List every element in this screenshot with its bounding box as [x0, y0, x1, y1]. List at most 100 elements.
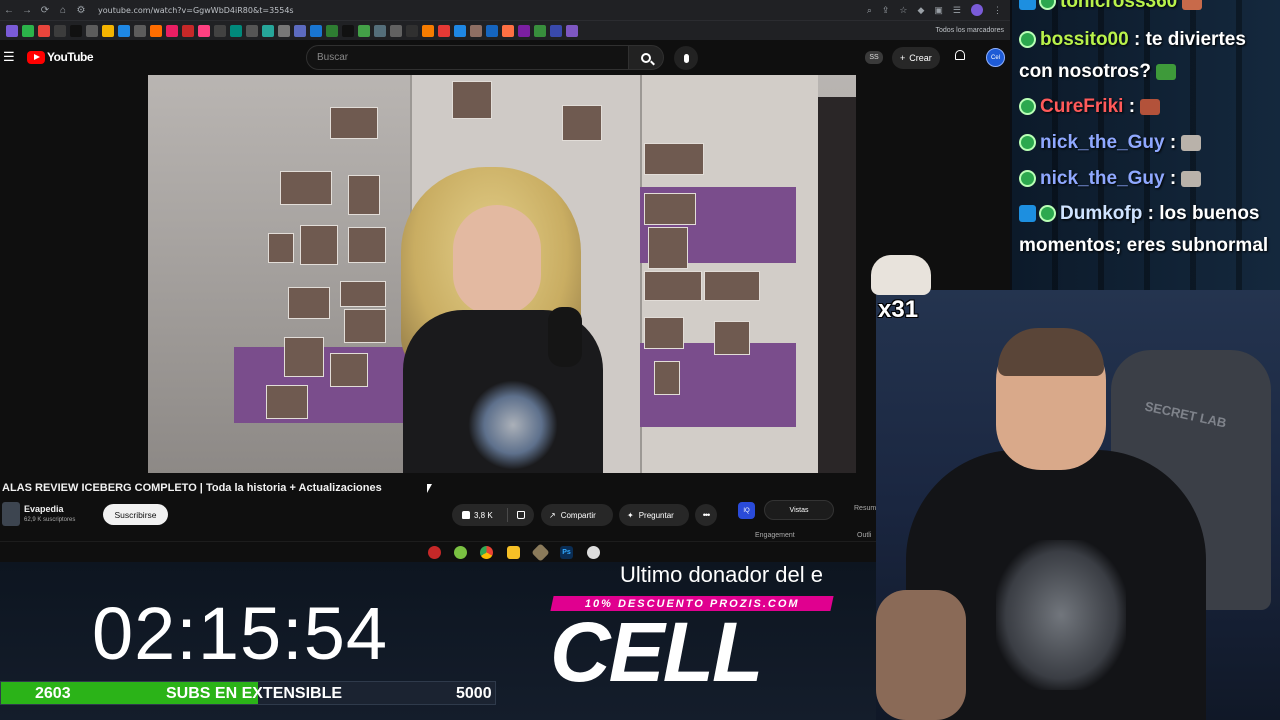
bookmark-icon[interactable]: [150, 24, 162, 37]
bookmark-icon[interactable]: [502, 24, 514, 37]
bookmark-icon[interactable]: [262, 24, 274, 37]
bookmark-icon[interactable]: [550, 24, 562, 37]
bookmark-icon[interactable]: [566, 24, 578, 37]
bookmark-icon[interactable]: [278, 24, 290, 37]
tab-views[interactable]: Vistas: [764, 500, 834, 520]
bookmark-icon[interactable]: [470, 24, 482, 37]
wall-photo: [644, 271, 702, 301]
search-icon: [641, 52, 651, 63]
wall-photo: [648, 227, 688, 269]
bookmark-icon[interactable]: [166, 24, 178, 37]
bookmark-icon[interactable]: [374, 24, 386, 37]
wall-photo: [704, 271, 760, 301]
stream-overlay-bottom: 02:15:54 2603 SUBS EN EXTENSIBLE 5000 Ul…: [0, 562, 876, 720]
extension-icon[interactable]: ◆: [917, 5, 924, 16]
bookmark-icon[interactable]: [486, 24, 498, 37]
bookmark-icon[interactable]: [86, 24, 98, 37]
share-page-icon[interactable]: ⇪: [882, 5, 890, 16]
streamer-shirt-graphic: [996, 540, 1126, 690]
subscribe-button[interactable]: Suscribirse: [103, 504, 168, 525]
bookmark-icon[interactable]: [422, 24, 434, 37]
site-info-icon[interactable]: ⚙: [72, 0, 90, 20]
bookmark-icon[interactable]: [518, 24, 530, 37]
bookmark-icon[interactable]: [70, 24, 82, 37]
wall-photo: [340, 281, 386, 307]
share-icon: ↗: [549, 510, 556, 520]
bookmark-icon[interactable]: [214, 24, 226, 37]
dislike-button[interactable]: [508, 511, 534, 519]
video-player[interactable]: [148, 75, 856, 473]
bookmark-icon[interactable]: [38, 24, 50, 37]
notifications-bell-icon[interactable]: [954, 50, 966, 63]
bookmark-icon[interactable]: [310, 24, 322, 37]
ask-button[interactable]: ✦ Preguntar: [619, 504, 689, 526]
bookmark-icon[interactable]: [358, 24, 370, 37]
chat-message: Dumkofp : los buenos momentos; eres subn…: [1019, 198, 1277, 262]
photoshop-icon[interactable]: Ps: [560, 546, 573, 559]
bookmark-icon[interactable]: [134, 24, 146, 37]
app-tool-icon[interactable]: [531, 543, 550, 562]
like-button[interactable]: 3,8 K: [452, 508, 508, 522]
hamburger-menu-icon[interactable]: ☰: [3, 49, 15, 65]
bookmark-icon[interactable]: [326, 24, 338, 37]
bookmark-icon[interactable]: [6, 24, 18, 37]
sidebar-icon[interactable]: ☰: [953, 5, 961, 16]
mouse-cursor-icon: [427, 484, 432, 493]
forward-icon[interactable]: →: [18, 0, 36, 20]
channel-avatar[interactable]: [2, 502, 20, 526]
bookmark-star-icon[interactable]: ☆: [899, 5, 907, 16]
wall-photo: [266, 385, 308, 419]
bookmark-icon[interactable]: [22, 24, 34, 37]
extension-logo[interactable]: IQ: [738, 502, 755, 519]
bookmark-icon[interactable]: [390, 24, 402, 37]
chat-text: : los buenos momentos; eres subnormal: [1019, 203, 1269, 256]
account-avatar[interactable]: Cel: [986, 48, 1005, 67]
bookmark-icon[interactable]: [102, 24, 114, 37]
menu-icon[interactable]: ⋮: [993, 5, 1002, 16]
bookmark-icon[interactable]: [230, 24, 242, 37]
chat-username: CureFriki: [1040, 96, 1124, 117]
chrome-icon[interactable]: [480, 546, 493, 559]
chat-message: nick_the_Guy :: [1019, 127, 1202, 159]
like-dislike-group: 3,8 K: [452, 504, 534, 526]
all-bookmarks-folder[interactable]: Todos los marcadores: [936, 27, 1004, 34]
youtube-logo[interactable]: YouTube: [27, 50, 94, 64]
voice-search-button[interactable]: [674, 46, 698, 70]
bookmark-icon[interactable]: [118, 24, 130, 37]
wall-photo: [562, 105, 602, 141]
create-button[interactable]: + Crear: [892, 47, 940, 69]
ss-badge[interactable]: SS: [865, 51, 883, 64]
bookmark-icon[interactable]: [182, 24, 194, 37]
wall-photo: [344, 309, 386, 343]
bookmark-icon[interactable]: [534, 24, 546, 37]
folder-icon[interactable]: [507, 546, 520, 559]
wall-photo: [330, 353, 368, 387]
profile-avatar[interactable]: [971, 4, 983, 16]
bookmark-icon[interactable]: [54, 24, 66, 37]
share-button[interactable]: ↗ Compartir: [541, 504, 613, 526]
app-green-icon[interactable]: [454, 546, 467, 559]
back-icon[interactable]: ←: [0, 0, 18, 20]
channel-name[interactable]: Evapedia: [24, 504, 64, 514]
bookmark-icon[interactable]: [294, 24, 306, 37]
app-recorder-icon[interactable]: [428, 546, 441, 559]
search-button[interactable]: [628, 45, 664, 70]
tab-summary[interactable]: Resum: [854, 505, 876, 512]
app-misc-icon[interactable]: [587, 546, 600, 559]
emote-icon: [1182, 0, 1203, 10]
zoom-icon[interactable]: ⌕: [867, 5, 872, 16]
url-field[interactable]: youtube.com/watch?v=GgwWbD4iR80&t=3554s: [98, 6, 867, 15]
home-icon[interactable]: ⌂: [54, 0, 72, 20]
bookmark-icon[interactable]: [198, 24, 210, 37]
bookmark-icon[interactable]: [246, 24, 258, 37]
search-input[interactable]: Buscar: [306, 45, 630, 70]
chat-text: :: [1128, 96, 1136, 117]
bookmark-icon[interactable]: [406, 24, 418, 37]
bookmark-icon[interactable]: [454, 24, 466, 37]
bookmark-icon[interactable]: [342, 24, 354, 37]
bookmark-icon[interactable]: [438, 24, 450, 37]
reload-icon[interactable]: ⟳: [36, 0, 54, 20]
more-actions-button[interactable]: •••: [695, 504, 717, 526]
bookmarks-bar: Todos los marcadores: [0, 20, 1010, 40]
puzzle-icon[interactable]: ▣: [934, 5, 943, 16]
